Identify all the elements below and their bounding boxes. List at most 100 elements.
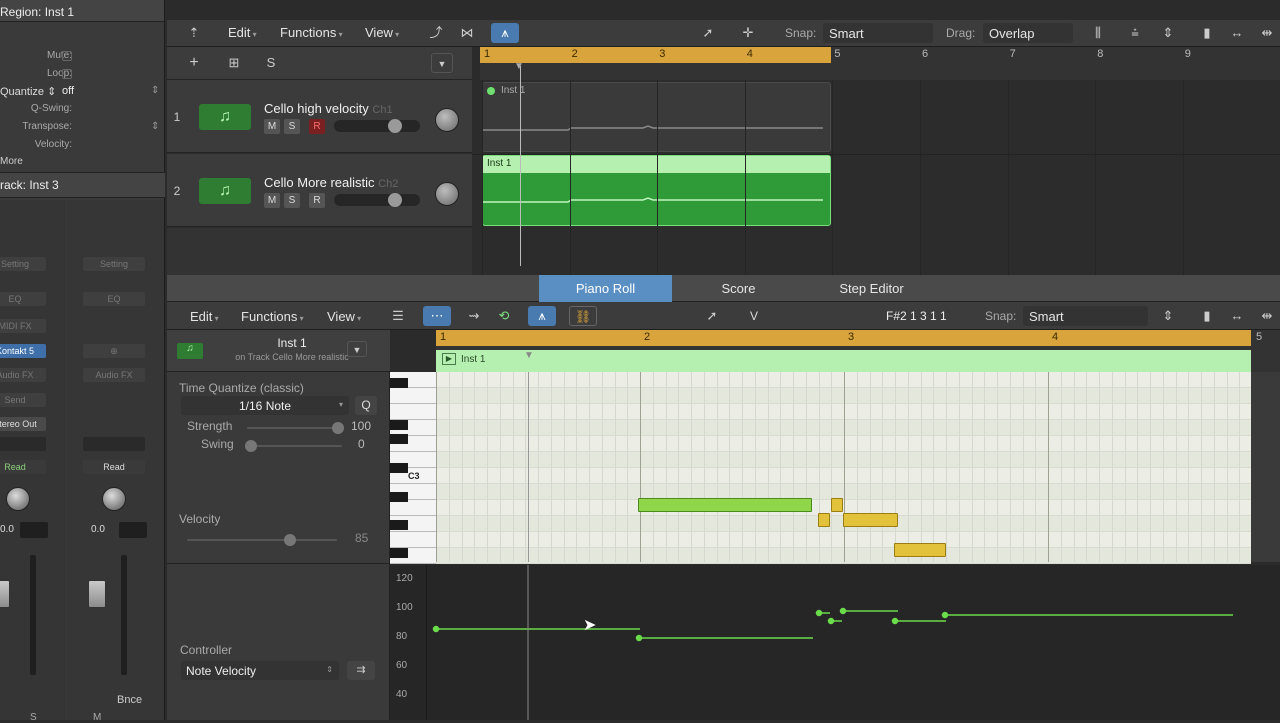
swing-slider-thumb[interactable]: [245, 440, 257, 452]
pr-edit-menu[interactable]: Edit: [190, 309, 219, 324]
volume-slider-thumb[interactable]: [388, 193, 402, 207]
controller-select[interactable]: Note Velocity ⇕: [181, 661, 339, 680]
midi-note[interactable]: [843, 513, 898, 527]
more-disclosure[interactable]: More: [0, 156, 23, 167]
folder-button[interactable]: ⊞: [223, 53, 245, 73]
collapse-icon[interactable]: ▼: [431, 53, 453, 73]
transpose-stepper-icon[interactable]: ⇕: [151, 121, 159, 132]
playhead-marker-icon[interactable]: ▼: [514, 61, 524, 72]
midi-note[interactable]: [831, 498, 843, 512]
group-slot[interactable]: [0, 437, 46, 451]
midi-in-icon[interactable]: ⋯: [423, 306, 451, 326]
tab-step-editor[interactable]: Step Editor: [805, 275, 938, 302]
track-name[interactable]: Cello More realistic Ch2: [264, 175, 398, 190]
velocity-slider[interactable]: [187, 534, 337, 546]
volume-slider[interactable]: [334, 193, 420, 207]
white-key[interactable]: [390, 500, 436, 516]
catch-icon[interactable]: ⤴: [427, 23, 445, 43]
mute-button[interactable]: M: [264, 119, 280, 134]
global-solo-button[interactable]: S: [260, 53, 282, 73]
pan-knob[interactable]: [435, 182, 459, 206]
filter-icon[interactable]: ⩚: [491, 23, 519, 43]
quantize-button[interactable]: Q: [355, 396, 377, 415]
waveform-zoom-icon[interactable]: ⫼: [1087, 23, 1109, 43]
vertical-zoom-icon[interactable]: ⇕: [1159, 23, 1177, 43]
pointer-tool-icon[interactable]: ➚: [697, 23, 719, 43]
black-key[interactable]: [390, 378, 408, 388]
pr-ruler[interactable]: 1 2 3 4 5 ▶ Inst 1 ▼: [436, 330, 1280, 372]
pan-knob[interactable]: [435, 108, 459, 132]
black-key[interactable]: [390, 463, 408, 473]
midi-note[interactable]: [818, 513, 830, 527]
setting-button[interactable]: Setting: [0, 257, 46, 271]
add-track-button[interactable]: +: [183, 53, 205, 73]
pr-collapse-icon[interactable]: ▼: [347, 341, 367, 357]
mute-checkbox[interactable]: [62, 51, 72, 61]
track-header-2[interactable]: 2 ♫ Cello More realistic Ch2 M S R: [167, 154, 472, 227]
black-key[interactable]: [390, 492, 408, 502]
tab-piano-roll[interactable]: Piano Roll: [539, 275, 672, 302]
solo-button[interactable]: S: [30, 712, 37, 723]
eq-slot-2[interactable]: EQ: [83, 292, 145, 306]
pan-knob[interactable]: [6, 487, 30, 511]
solo-button[interactable]: S: [284, 119, 300, 134]
pr-playhead-marker-icon[interactable]: ▼: [524, 350, 534, 364]
region-inspector-header[interactable]: Region: Inst 1: [0, 0, 164, 22]
list-options-icon[interactable]: ☰: [387, 306, 409, 326]
instrument-slot[interactable]: Kontakt 5: [0, 344, 46, 358]
midi-note[interactable]: [894, 543, 946, 557]
automation-mode-2[interactable]: Read: [83, 460, 145, 474]
audio-fx-slot-2[interactable]: Audio FX: [83, 368, 145, 382]
midi-fx-slot[interactable]: MIDI FX: [0, 319, 46, 333]
pr-functions-menu[interactable]: Functions: [241, 309, 304, 324]
record-enable-button[interactable]: R: [309, 193, 325, 208]
track-header-1[interactable]: 1 ♫ Cello high velocity Ch1 M S R: [167, 80, 472, 153]
piano-keyboard[interactable]: C3: [390, 372, 436, 564]
send-slot[interactable]: Send: [0, 393, 46, 407]
midi-out-icon[interactable]: ⇝: [463, 306, 485, 326]
horizontal-zoom-slider-icon[interactable]: ⇹: [1257, 23, 1277, 43]
cycle-area[interactable]: [480, 47, 831, 63]
black-key[interactable]: [390, 434, 408, 444]
volume-fader-2[interactable]: [88, 580, 106, 608]
white-key[interactable]: [390, 388, 436, 404]
white-key[interactable]: [390, 404, 436, 420]
quantize-select[interactable]: off: [62, 85, 74, 97]
mute-button[interactable]: M: [264, 193, 280, 208]
pr-snap-select[interactable]: Smart: [1023, 306, 1148, 326]
black-key[interactable]: [390, 520, 408, 530]
pr-region-bar[interactable]: ▶ Inst 1: [436, 350, 1251, 372]
edit-menu[interactable]: Edit: [228, 25, 257, 40]
pr-horizontal-zoom-slider-icon[interactable]: ⇹: [1257, 306, 1277, 326]
setting-button-2[interactable]: Setting: [83, 257, 145, 271]
output-slot[interactable]: Stereo Out: [0, 417, 46, 431]
vertical-fit-icon[interactable]: ⩮: [1125, 23, 1145, 43]
pr-filter-icon[interactable]: ⩚: [528, 306, 556, 326]
controller-options-icon[interactable]: ⇉: [347, 661, 375, 680]
black-key[interactable]: [390, 548, 408, 558]
velocity-curve[interactable]: [390, 565, 1280, 720]
snap-select[interactable]: Smart: [823, 23, 933, 43]
arrange-ruler[interactable]: 1 2 3 4 5 6 7 8 9 ▼: [480, 47, 1280, 80]
pointer-shortcut[interactable]: V: [750, 309, 758, 323]
black-key[interactable]: [390, 420, 408, 430]
pr-vertical-zoom-icon[interactable]: ⇕: [1159, 306, 1177, 326]
mute-button-strip[interactable]: M: [93, 712, 101, 723]
group-slot-2[interactable]: [83, 437, 145, 451]
pr-view-menu[interactable]: View: [327, 309, 361, 324]
white-key[interactable]: [390, 532, 436, 548]
up-arrow-icon[interactable]: ⇡: [187, 23, 201, 43]
view-menu[interactable]: View: [365, 25, 399, 40]
link-icon[interactable]: ⛓: [569, 306, 597, 326]
link-icon[interactable]: ⊕: [83, 344, 145, 358]
bounce-button[interactable]: Bnce: [117, 694, 142, 706]
zoom-slider-icon[interactable]: ▮: [1197, 23, 1217, 43]
pr-zoom-slider-icon[interactable]: ▮: [1197, 306, 1217, 326]
tab-score[interactable]: Score: [672, 275, 805, 302]
volume-slider[interactable]: [334, 119, 420, 133]
horizontal-zoom-icon[interactable]: ↔: [1227, 23, 1247, 43]
pr-horizontal-zoom-icon[interactable]: ↔: [1227, 306, 1247, 326]
eq-slot[interactable]: EQ: [0, 292, 46, 306]
track-name[interactable]: Cello high velocity Ch1: [264, 101, 393, 116]
velocity-slider-thumb[interactable]: [284, 534, 296, 546]
